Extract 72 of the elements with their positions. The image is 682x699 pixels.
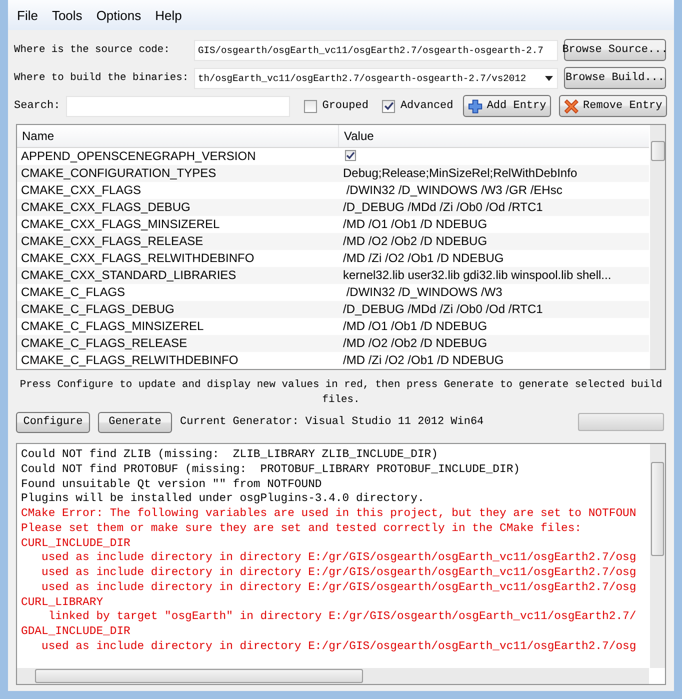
column-header[interactable]: Name [17, 125, 339, 147]
scrollbar[interactable] [650, 444, 665, 668]
checkbox[interactable] [304, 100, 318, 112]
entry-name: CMAKE_CXX_FLAGS_RELWITHDEBINFO [20, 250, 256, 267]
menu-item[interactable]: File [10, 6, 45, 24]
entry-name: CMAKE_C_FLAGS_RELEASE [20, 335, 188, 352]
field-label: Where to build the binaries: [14, 72, 190, 84]
checkbox-label: Grouped [322, 100, 368, 112]
build-path-dropdown[interactable]: th/osgEarth_vc11/osgEarth2.7/osgearth-osgearth-2.7/vs2012 [194, 68, 558, 88]
menu-item[interactable]: Help [148, 6, 189, 24]
entry-value: /MD /O1 /Ob1 /D NDEBUG [342, 216, 488, 233]
entry-name: APPEND_OPENSCENEGRAPH_VERSION [20, 148, 257, 165]
browse-source-button[interactable]: Browse Source... [564, 39, 666, 61]
log-line: used as include directory in directory E:/gr/GIS/osgearth/osgEarth_vc11/osgEarth2.7/osg [40, 640, 636, 654]
log-line: Could NOT find PROTOBUF (missing: PROTOBUF_LIBRARY PROTOBUF_INCLUDE_DIR) [21, 462, 520, 478]
log-line: CURL_INCLUDE_DIR [21, 536, 130, 552]
entry-name: CMAKE_CXX_FLAGS_MINSIZEREL [20, 216, 221, 233]
entry-button[interactable]: Remove Entry [559, 95, 668, 117]
entry-name: CMAKE_CXX_STANDARD_LIBRARIES [20, 267, 238, 284]
log-line: Please set them or make sure they are set and tested correctly in the CMake files: [21, 522, 582, 536]
entry-name: CMAKE_C_FLAGS_RELWITHDEBINFO [20, 352, 240, 369]
log-line: GDAL_INCLUDE_DIR [21, 625, 130, 640]
menu-item[interactable]: Tools [44, 6, 90, 24]
search-field[interactable] [66, 96, 290, 116]
log-line: Found unsuitable Qt version "" from NOTFOUND [21, 478, 322, 492]
entry-value: /D_DEBUG /MDd /Zi /Ob0 /Od /RTC1 [342, 301, 544, 318]
entry-name: CMAKE_C_FLAGS [20, 284, 126, 301]
dropdown-arrow-icon[interactable] [545, 76, 553, 80]
action-button[interactable]: Configure [16, 412, 90, 432]
entry-button[interactable]: Add Entry [463, 95, 552, 117]
entry-name: CMAKE_CONFIGURATION_TYPES [20, 165, 218, 182]
log-line: used as include directory in directory E:/gr/GIS/osgearth/osgEarth_vc11/osgEarth2.7/osg [40, 580, 636, 596]
check-icon [384, 101, 394, 111]
log-line: Plugins will be installed under osgPlugins-3.4.0 directory. [21, 492, 424, 507]
log-line: CMake Error: The following variables are used in this project, but they are set to NOTFOUN [21, 507, 636, 522]
checkbox-label: Advanced [400, 100, 454, 112]
plus-icon [468, 98, 483, 114]
entry-name: CMAKE_CXX_FLAGS_RELEASE [20, 233, 204, 250]
entry-value: kernel32.lib user32.lib gdi32.lib winspool.lib shell... [342, 267, 612, 284]
cross-icon [564, 98, 580, 114]
entry-value: /MD /O2 /Ob2 /D NDEBUG [342, 335, 488, 352]
entry-name: CMAKE_CXX_FLAGS_DEBUG [20, 199, 192, 216]
log-line: CURL_LIBRARY [21, 596, 104, 610]
entry-value: /MD /Zi /O2 /Ob1 /D NDEBUG [342, 250, 505, 267]
generator-label: Current Generator: Visual Studio 11 2012 Win64 [180, 416, 485, 428]
scrollbar[interactable] [650, 125, 665, 369]
field-label: Where is the source code: [14, 44, 171, 56]
scrollbar[interactable] [17, 668, 649, 684]
entry-value: /DWIN32 /D_WINDOWS /W3 /GR /EHsc [345, 182, 564, 199]
action-button[interactable]: Generate [98, 412, 172, 432]
log-line: used as include directory in directory E:/gr/GIS/osgearth/osgEarth_vc11/osgEarth2.7/osg [40, 566, 636, 581]
entry-name: CMAKE_C_FLAGS_DEBUG [20, 301, 176, 318]
checkbox[interactable] [345, 150, 356, 161]
browse-build-button[interactable]: Browse Build... [564, 67, 666, 89]
entry-value: /DWIN32 /D_WINDOWS /W3 [345, 284, 504, 301]
entry-value: /MD /O1 /Ob1 /D NDEBUG [342, 318, 488, 335]
log-line: used as include directory in directory E:/gr/GIS/osgearth/osgEarth_vc11/osgEarth2.7/osg [40, 551, 636, 566]
entry-value: /MD /O2 /Ob2 /D NDEBUG [342, 233, 488, 250]
entry-value: /D_DEBUG /MDd /Zi /Ob0 /Od /RTC1 [342, 199, 544, 216]
entry-name: CMAKE_CXX_FLAGS [20, 182, 142, 199]
entry-value: /MD /Zi /O2 /Ob1 /D NDEBUG [342, 352, 505, 369]
check-icon [346, 151, 355, 160]
column-header[interactable]: Value [339, 125, 649, 147]
log-line: Could NOT find ZLIB (missing: ZLIB_LIBRARY ZLIB_INCLUDE_DIR) [21, 448, 438, 463]
entry-value: Debug;Release;MinSizeRel;RelWithDebInfo [342, 165, 578, 182]
menu-item[interactable]: Options [89, 6, 148, 24]
field-label: Search: [14, 100, 60, 112]
source-path-field[interactable]: GIS/osgearth/osgEarth_vc11/osgEarth2.7/osgearth-osgearth-2.7 [194, 40, 558, 60]
log-line: linked by target "osgEarth" in directory E:/gr/GIS/osgearth/osgEarth_vc11/osgEarth2.7/ [47, 610, 636, 625]
hint-text: Press Configure to update and display new values in red, then press Generate to generate selected build files. [18, 378, 664, 405]
checkbox[interactable] [382, 100, 396, 112]
entry-name: CMAKE_C_FLAGS_MINSIZEREL [20, 318, 205, 335]
